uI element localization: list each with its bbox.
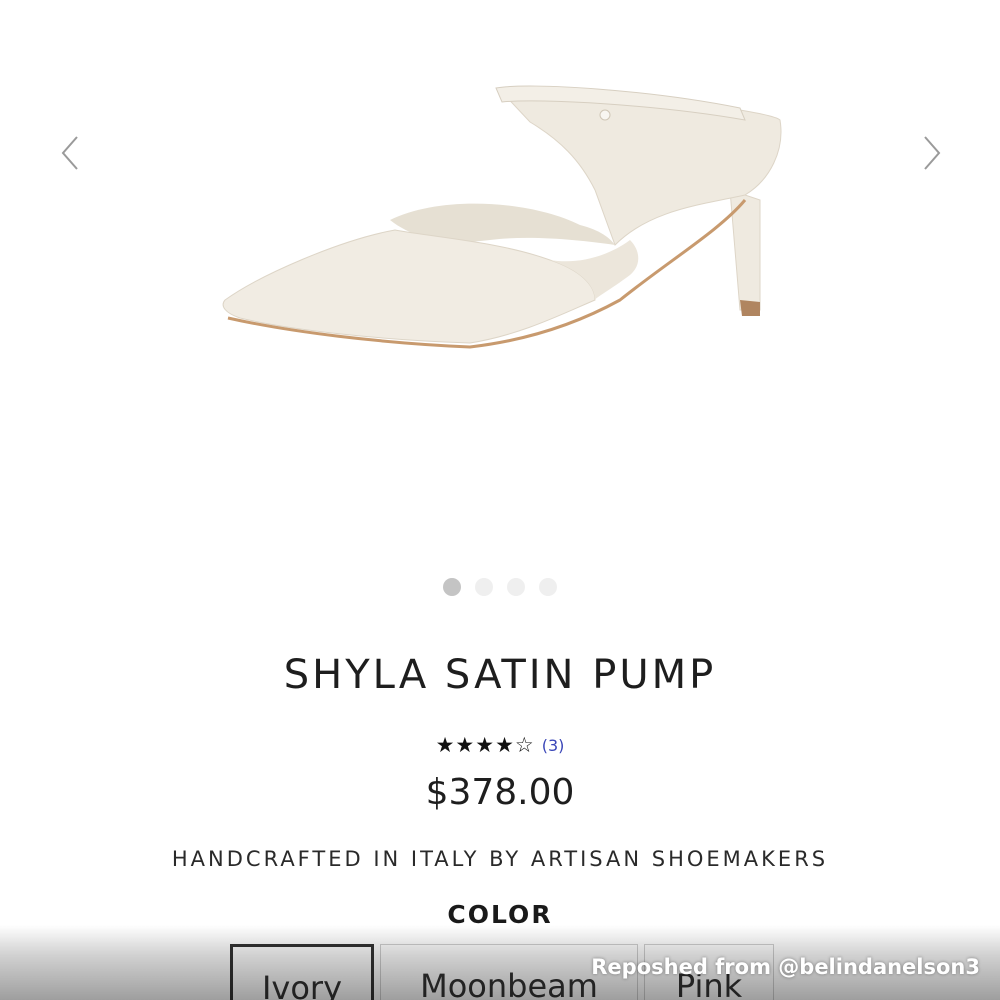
carousel-prev-button[interactable] xyxy=(50,130,90,180)
review-count-link[interactable]: (3) xyxy=(542,736,565,755)
product-page: SHYLA SATIN PUMP ★ ★ ★ ★ ☆ (3) $378.00 H… xyxy=(0,0,1000,1000)
star-empty-icon: ☆ xyxy=(514,733,534,757)
chevron-left-icon xyxy=(59,133,81,177)
product-image[interactable] xyxy=(200,60,800,380)
image-carousel[interactable] xyxy=(0,0,1000,596)
star-filled-icon: ★ xyxy=(475,733,495,757)
carousel-dot-3[interactable] xyxy=(507,578,525,596)
star-filled-icon: ★ xyxy=(455,733,475,757)
star-filled-icon: ★ xyxy=(435,733,455,757)
color-option-ivory[interactable]: Ivory xyxy=(230,944,374,1000)
carousel-dots xyxy=(0,578,1000,596)
carousel-dot-4[interactable] xyxy=(539,578,557,596)
carousel-dot-2[interactable] xyxy=(475,578,493,596)
shoe-illustration xyxy=(222,85,782,349)
product-title: SHYLA SATIN PUMP xyxy=(283,652,717,698)
product-rating: ★ ★ ★ ★ ☆ (3) xyxy=(0,734,1000,756)
color-label: COLOR xyxy=(447,900,553,929)
repost-credit: Reposhed from @belindanelson3 xyxy=(591,955,980,979)
carousel-next-button[interactable] xyxy=(912,130,952,180)
product-tagline: HANDCRAFTED IN ITALY BY ARTISAN SHOEMAKE… xyxy=(171,847,829,871)
product-price: $378.00 xyxy=(425,772,575,813)
carousel-dot-1[interactable] xyxy=(443,578,461,596)
rating-stars: ★ ★ ★ ★ ☆ xyxy=(436,734,534,756)
star-filled-icon: ★ xyxy=(495,733,514,757)
chevron-right-icon xyxy=(921,133,943,177)
